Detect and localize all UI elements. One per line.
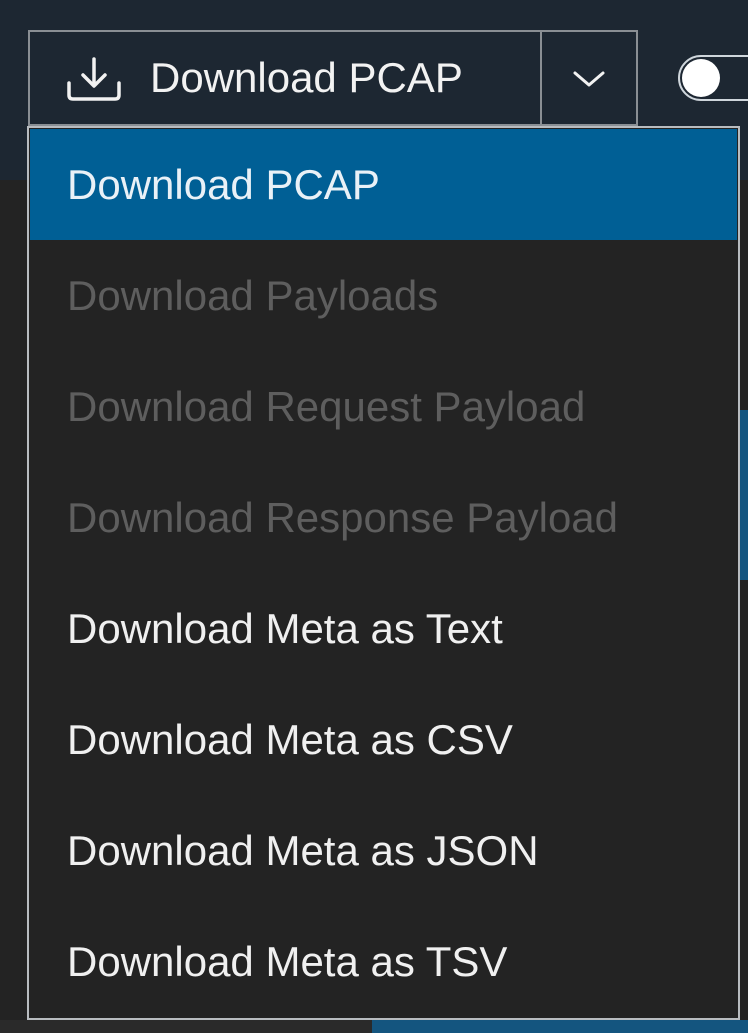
- menu-item-download-request-payload[interactable]: Download Request Payload: [30, 351, 737, 462]
- menu-item-download-response-payload[interactable]: Download Response Payload: [30, 462, 737, 573]
- download-pcap-button[interactable]: Download PCAP: [30, 32, 542, 124]
- menu-item-download-pcap[interactable]: Download PCAP: [30, 129, 737, 240]
- toggle-knob: [682, 59, 720, 97]
- menu-item-download-payloads[interactable]: Download Payloads: [30, 240, 737, 351]
- download-pcap-label: Download PCAP: [150, 54, 463, 101]
- background-table-strip: [740, 410, 748, 580]
- menu-item-download-meta-tsv[interactable]: Download Meta as TSV: [30, 906, 737, 1017]
- download-menu: Download PCAP Download Payloads Download…: [27, 126, 740, 1020]
- chevron-down-icon: [569, 66, 609, 90]
- toggle-switch[interactable]: [678, 55, 748, 101]
- menu-item-download-meta-csv[interactable]: Download Meta as CSV: [30, 684, 737, 795]
- download-icon: [64, 53, 124, 103]
- menu-item-download-meta-text[interactable]: Download Meta as Text: [30, 573, 737, 684]
- background-selected-row: [372, 1020, 748, 1033]
- download-options-toggle[interactable]: [542, 32, 636, 124]
- download-dropdown-screen: Download PCAP Download PCAP Download Pay…: [0, 0, 748, 1033]
- menu-item-download-meta-json[interactable]: Download Meta as JSON: [30, 795, 737, 906]
- download-split-button: Download PCAP: [28, 30, 638, 126]
